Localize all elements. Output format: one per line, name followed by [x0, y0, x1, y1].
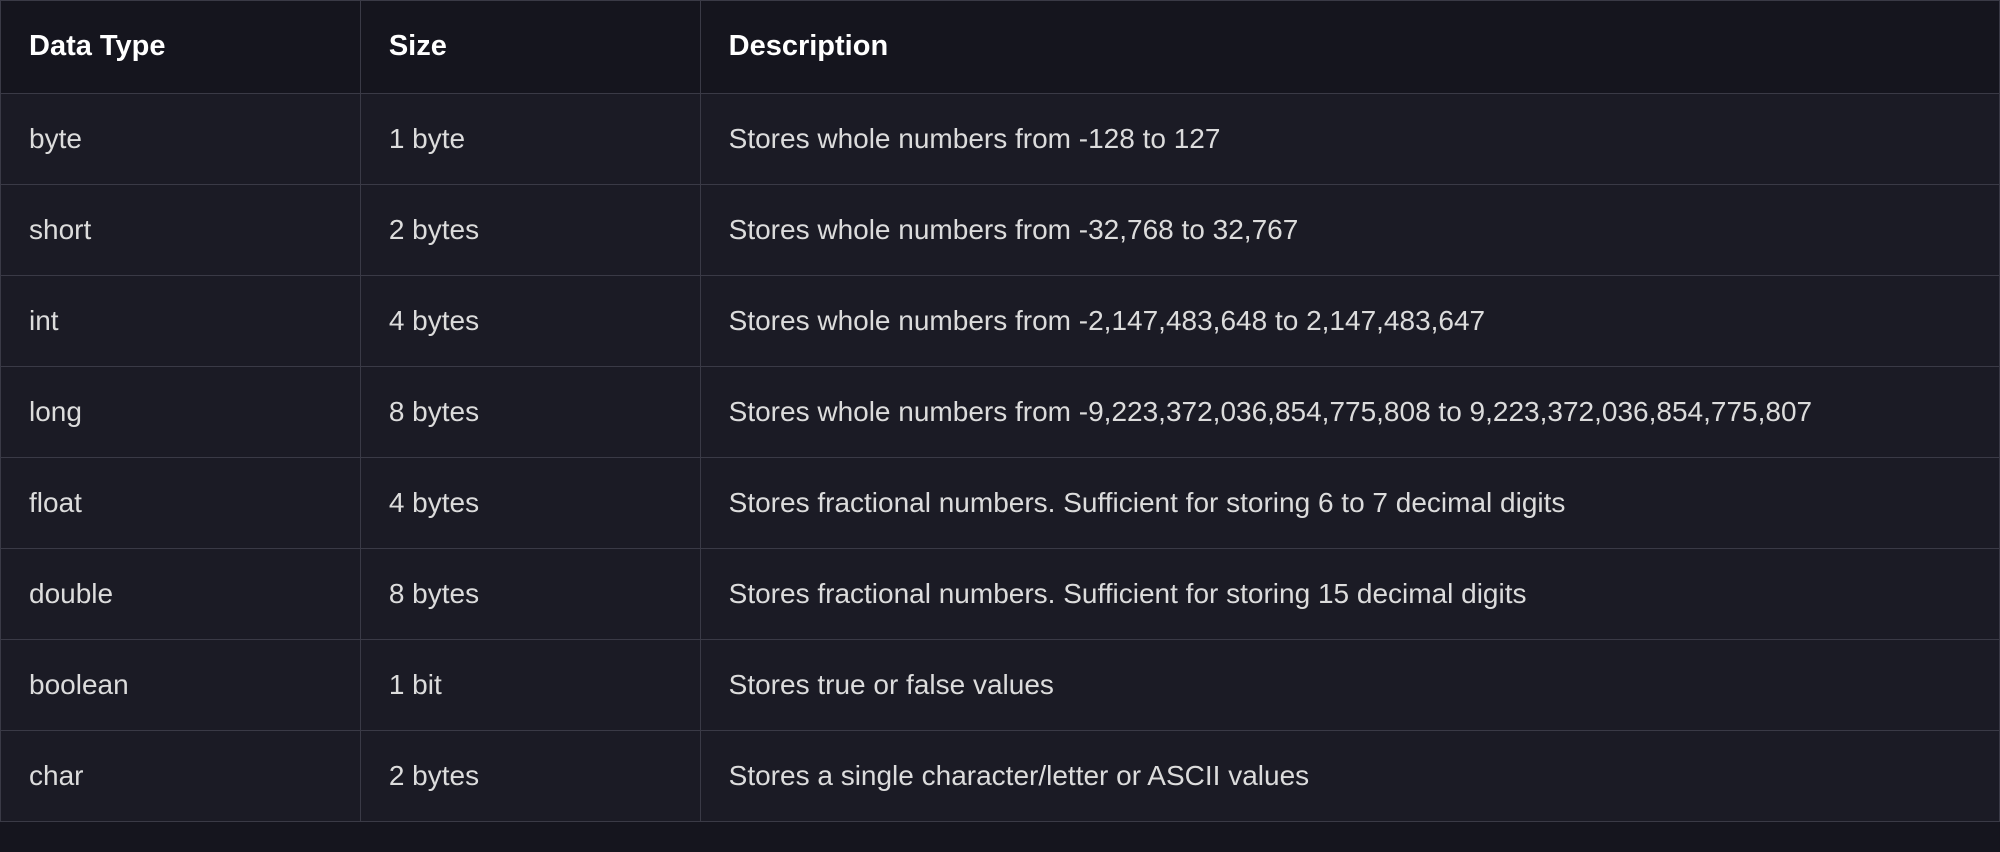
cell-desc: Stores whole numbers from -128 to 127 [700, 93, 1999, 184]
header-data-type: Data Type [1, 1, 361, 94]
cell-desc: Stores fractional numbers. Sufficient fo… [700, 548, 1999, 639]
cell-size: 2 bytes [360, 184, 700, 275]
table-header-row: Data Type Size Description [1, 1, 2000, 94]
cell-size: 2 bytes [360, 730, 700, 821]
cell-desc: Stores a single character/letter or ASCI… [700, 730, 1999, 821]
cell-size: 1 byte [360, 93, 700, 184]
cell-type: short [1, 184, 361, 275]
cell-type: char [1, 730, 361, 821]
table-row: byte 1 byte Stores whole numbers from -1… [1, 93, 2000, 184]
table-row: boolean 1 bit Stores true or false value… [1, 639, 2000, 730]
data-types-table: Data Type Size Description byte 1 byte S… [0, 0, 2000, 822]
cell-desc: Stores whole numbers from -32,768 to 32,… [700, 184, 1999, 275]
cell-type: int [1, 275, 361, 366]
table-row: char 2 bytes Stores a single character/l… [1, 730, 2000, 821]
table-row: int 4 bytes Stores whole numbers from -2… [1, 275, 2000, 366]
table-row: float 4 bytes Stores fractional numbers.… [1, 457, 2000, 548]
cell-size: 8 bytes [360, 366, 700, 457]
table-row: short 2 bytes Stores whole numbers from … [1, 184, 2000, 275]
cell-size: 1 bit [360, 639, 700, 730]
cell-desc: Stores fractional numbers. Sufficient fo… [700, 457, 1999, 548]
cell-type: long [1, 366, 361, 457]
cell-type: float [1, 457, 361, 548]
cell-type: boolean [1, 639, 361, 730]
cell-type: byte [1, 93, 361, 184]
cell-size: 4 bytes [360, 457, 700, 548]
cell-desc: Stores whole numbers from -9,223,372,036… [700, 366, 1999, 457]
table-row: long 8 bytes Stores whole numbers from -… [1, 366, 2000, 457]
cell-size: 8 bytes [360, 548, 700, 639]
table-row: double 8 bytes Stores fractional numbers… [1, 548, 2000, 639]
cell-desc: Stores whole numbers from -2,147,483,648… [700, 275, 1999, 366]
cell-desc: Stores true or false values [700, 639, 1999, 730]
header-size: Size [360, 1, 700, 94]
cell-size: 4 bytes [360, 275, 700, 366]
header-description: Description [700, 1, 1999, 94]
cell-type: double [1, 548, 361, 639]
